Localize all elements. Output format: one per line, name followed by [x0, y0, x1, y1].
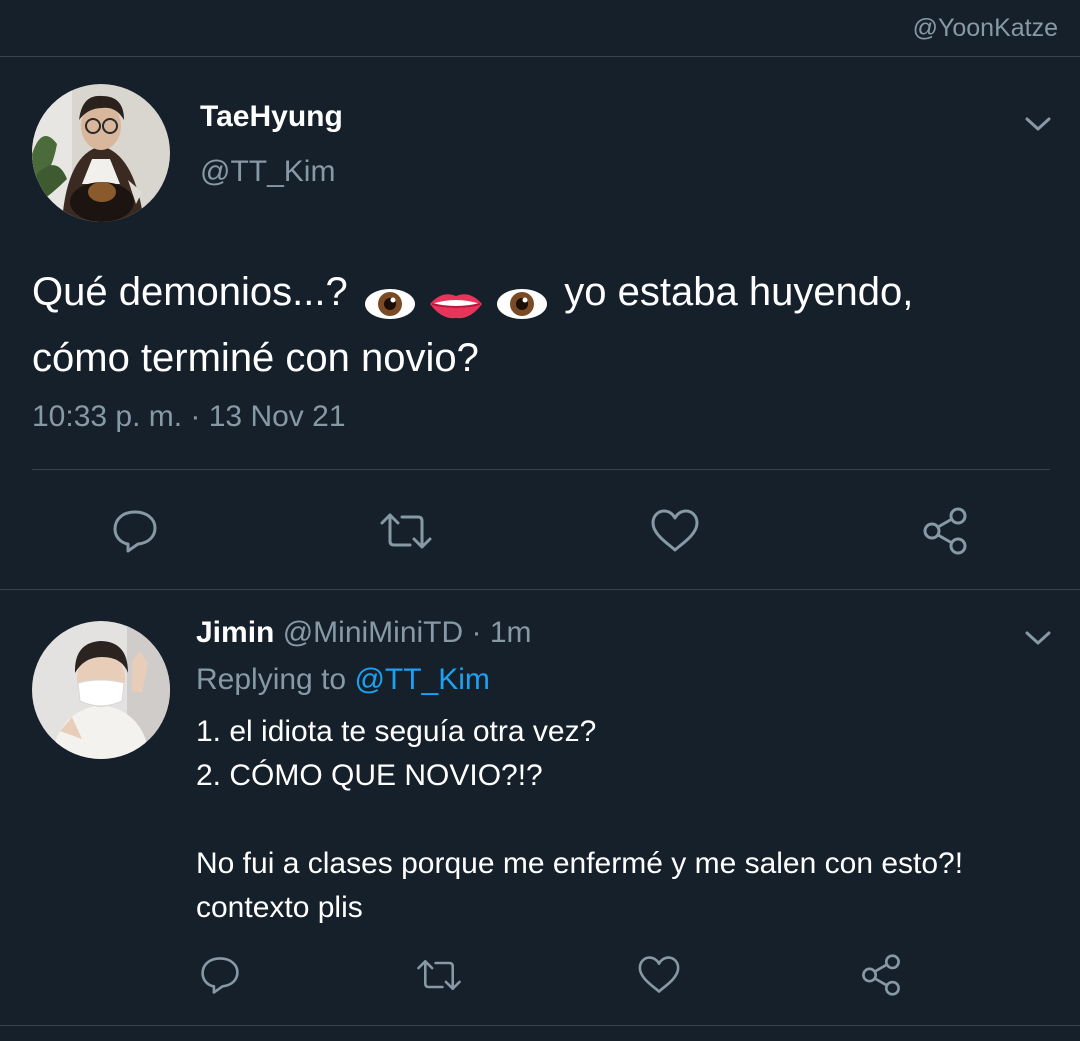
reply-header: Jimin @MiniMiniTD · 1m — [196, 616, 532, 650]
reply-icon — [113, 510, 157, 553]
retweet-button[interactable] — [378, 504, 434, 558]
reply-line: No fui a clases porque me enfermé y me s… — [196, 847, 964, 880]
tweet-text: Qué demonios...? yo estaba huyendo, cómo… — [32, 264, 1052, 386]
chevron-down-icon[interactable] — [1023, 114, 1053, 134]
tweet-text-line2: cómo terminé con novio? — [32, 336, 479, 380]
retweet-icon — [380, 513, 432, 549]
lips-emoji — [430, 294, 482, 319]
reply-line — [196, 798, 1056, 842]
like-button[interactable] — [648, 504, 702, 558]
reply-handle-time[interactable]: @MiniMiniTD · 1m — [283, 616, 532, 649]
reply-like-button[interactable] — [634, 950, 684, 1000]
share-button[interactable] — [918, 504, 972, 558]
eyes-emoji — [497, 289, 548, 320]
reply-display-name[interactable]: Jimin — [196, 616, 274, 649]
reply-line: contexto plis — [196, 891, 363, 924]
divider-middle — [0, 589, 1080, 590]
reply-text: 1. el idiota te seguía otra vez? 2. CÓMO… — [196, 710, 1056, 930]
action-divider — [32, 469, 1050, 470]
watermark: @YoonKatze — [912, 14, 1058, 42]
reply-reply-button[interactable] — [196, 950, 244, 1000]
replying-to: Replying to @TT_Kim — [196, 663, 490, 697]
reply-avatar[interactable] — [32, 621, 170, 759]
reply-share-button[interactable] — [856, 950, 906, 1000]
reply-chevron-down-icon[interactable] — [1023, 628, 1053, 648]
share-icon — [862, 954, 900, 996]
like-icon — [638, 956, 680, 993]
tweet-timestamp[interactable]: 10:33 p. m. · 13 Nov 21 — [32, 400, 346, 434]
divider-top — [0, 56, 1080, 57]
main-handle[interactable]: @TT_Kim — [200, 155, 335, 189]
replying-mention[interactable]: @TT_Kim — [354, 663, 489, 696]
reply-line: 1. el idiota te seguía otra vez? — [196, 715, 597, 748]
divider-bottom — [0, 1025, 1080, 1026]
main-display-name[interactable]: TaeHyung — [200, 100, 343, 134]
share-icon — [923, 507, 967, 555]
reply-icon — [201, 957, 239, 994]
main-avatar[interactable] — [32, 84, 170, 222]
retweet-icon — [417, 959, 461, 990]
tweet-text-part1: Qué demonios...? — [32, 270, 348, 314]
eyes-emoji — [364, 289, 415, 320]
reply-retweet-button[interactable] — [414, 950, 464, 1000]
like-icon — [651, 509, 699, 552]
emoji-group — [363, 274, 549, 330]
tweet-text-part2: yo estaba huyendo, — [564, 270, 914, 314]
replying-prefix: Replying to — [196, 663, 347, 696]
reply-line: 2. CÓMO QUE NOVIO?!? — [196, 759, 543, 792]
reply-button[interactable] — [108, 504, 162, 558]
